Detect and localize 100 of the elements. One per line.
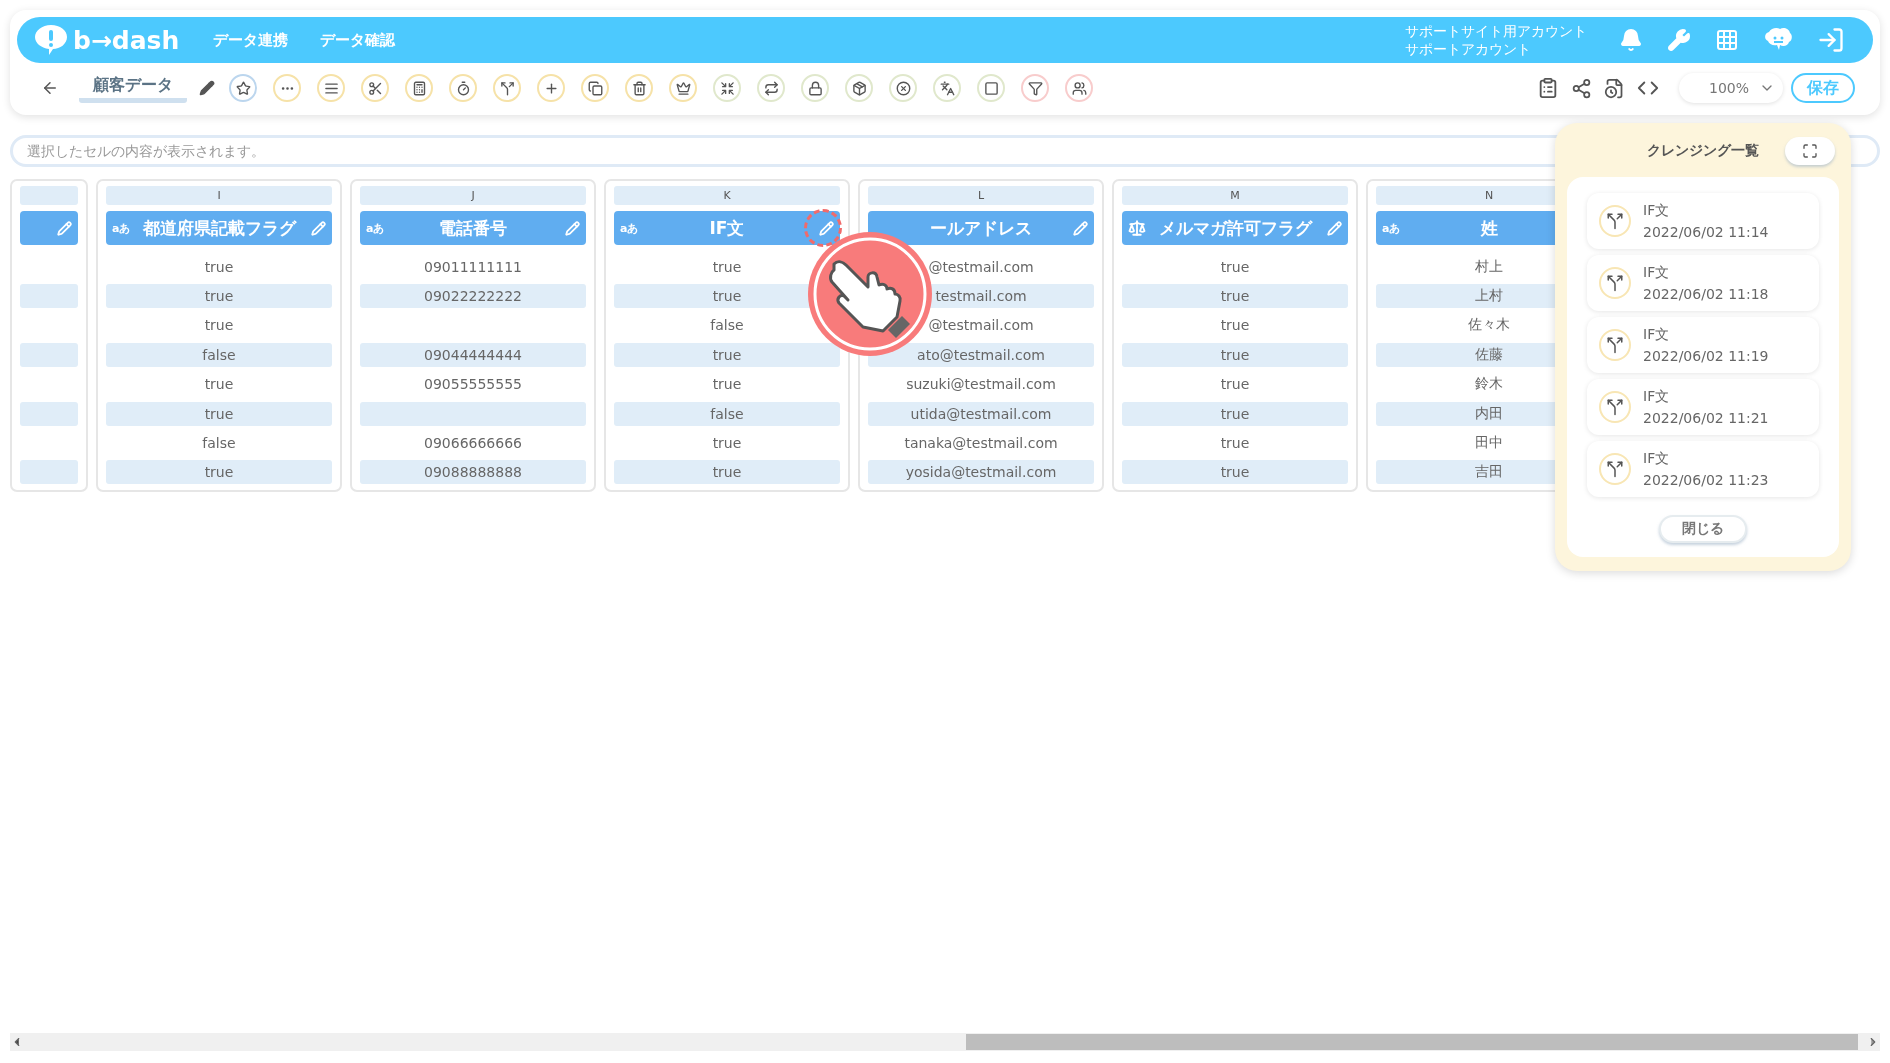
table-cell-text: tanaka@testmail.com xyxy=(903,433,1059,453)
cleansing-time: 2022/06/02 11:18 xyxy=(1643,285,1769,304)
scrollbar-thumb[interactable] xyxy=(966,1034,1858,1050)
table-cell-text: true xyxy=(711,257,743,277)
split-arrows-icon xyxy=(1599,205,1631,237)
expand-icon xyxy=(1802,143,1818,159)
cleansing-time: 2022/06/02 11:23 xyxy=(1643,471,1769,490)
column-letter: J xyxy=(360,186,586,205)
table-cell: 09044444444 xyxy=(360,342,586,367)
type-label: aあ xyxy=(366,220,385,236)
table-cell: 09088888888 xyxy=(360,460,586,485)
nav-link[interactable]: データ確認 xyxy=(320,30,396,50)
column-header[interactable]: aあ IF文 xyxy=(614,211,840,245)
table-cell-text: false xyxy=(709,316,745,336)
scale-icon xyxy=(1128,219,1146,237)
table-cell: true xyxy=(1122,284,1348,309)
package-icon[interactable] xyxy=(845,74,873,102)
column-header[interactable]: aあ 都道府県記載フラグ xyxy=(106,211,332,245)
column-header[interactable]: aあ 電話番号 xyxy=(360,211,586,245)
column-letter: M xyxy=(1122,186,1348,205)
table-cell-text: @testmail.com xyxy=(927,316,1035,336)
calculator-icon[interactable] xyxy=(405,74,433,102)
empty-cell xyxy=(20,284,78,309)
lines-icon[interactable] xyxy=(317,74,345,102)
sheet-tab[interactable]: 顧客データ xyxy=(79,73,187,103)
logo[interactable]: b→dash xyxy=(33,23,180,57)
table-cell: true xyxy=(106,460,332,485)
column-letter: L xyxy=(868,186,1094,205)
cleansing-name: IF文 xyxy=(1643,325,1671,344)
table-cell-text: 09011111111 xyxy=(423,257,523,277)
close-circle-icon[interactable] xyxy=(889,74,917,102)
table-cell: 09022222222 xyxy=(360,284,586,309)
table-cell-text: true xyxy=(203,257,235,277)
lock-icon[interactable] xyxy=(801,74,829,102)
cleansing-name: IF文 xyxy=(1643,201,1671,220)
table-cell: true xyxy=(106,401,332,426)
table-cell-text: 09066666666 xyxy=(423,433,523,453)
cleansing-time: 2022/06/02 11:19 xyxy=(1643,347,1769,366)
empty-cell xyxy=(20,342,78,367)
back-arrow-icon[interactable] xyxy=(41,79,59,97)
trash-icon[interactable] xyxy=(625,74,653,102)
save-button[interactable]: 保存 xyxy=(1791,73,1855,103)
share-icon[interactable] xyxy=(1571,77,1592,99)
repeat-icon[interactable] xyxy=(757,74,785,102)
crown-icon[interactable] xyxy=(669,74,697,102)
split-arrows-icon xyxy=(1599,391,1631,423)
table-cell: yosida@testmail.com xyxy=(868,460,1094,485)
account-name: サポートサイト用アカウント サポートアカウント xyxy=(1405,22,1587,58)
shrink-icon[interactable] xyxy=(713,74,741,102)
table-cell-text: true xyxy=(711,433,743,453)
speech-bubble-icon xyxy=(33,23,69,57)
cleansing-time: 2022/06/02 11:14 xyxy=(1643,223,1769,242)
file-refresh-icon[interactable] xyxy=(1604,77,1625,99)
table-cell-text: true xyxy=(1219,433,1251,453)
split-arrows-icon[interactable] xyxy=(493,74,521,102)
cleansing-time: 2022/06/02 11:21 xyxy=(1643,409,1769,428)
split-arrows-icon xyxy=(1599,267,1631,299)
table-cell-text: 田中 xyxy=(1474,432,1504,452)
table-cell: true xyxy=(614,460,840,485)
type-label: aあ xyxy=(112,220,131,236)
expand-button[interactable] xyxy=(1785,137,1835,165)
cleansing-name: IF文 xyxy=(1643,387,1671,406)
column-header[interactable]: メルマガ許可フラグ xyxy=(1122,211,1348,245)
table-cell-text: 村上 xyxy=(1474,256,1504,276)
split-arrows-icon xyxy=(1599,329,1631,361)
nav-link[interactable]: データ連携 xyxy=(213,30,289,50)
table-cell-text: true xyxy=(1219,375,1251,395)
plus-icon[interactable] xyxy=(537,74,565,102)
table-cell-text: true xyxy=(203,375,235,395)
table-cell-text: @testmail.com xyxy=(927,257,1035,277)
more-icon[interactable] xyxy=(273,74,301,102)
table-cell: true xyxy=(106,284,332,309)
table-cell: utida@testmail.com xyxy=(868,401,1094,426)
table-cell: true xyxy=(1122,342,1348,367)
users-icon[interactable] xyxy=(1065,74,1093,102)
table-cell: false xyxy=(106,342,332,367)
column-letter: K xyxy=(614,186,840,205)
filter-icon[interactable] xyxy=(1021,74,1049,102)
split-arrows-icon xyxy=(1599,453,1631,485)
table-cell-text: suzuki@testmail.com xyxy=(905,375,1057,395)
zoom-select[interactable]: 100% xyxy=(1679,73,1783,103)
clipboard-icon[interactable] xyxy=(1537,77,1559,99)
pencil-icon[interactable] xyxy=(199,80,215,96)
column-letter: I xyxy=(106,186,332,205)
table-cell-text: true xyxy=(1219,316,1251,336)
close-button[interactable]: 閉じる xyxy=(1659,515,1747,543)
table-cell-text: false xyxy=(201,433,237,453)
translate-icon[interactable] xyxy=(933,74,961,102)
copy-icon[interactable] xyxy=(581,74,609,102)
table-cell-text: 鈴木 xyxy=(1474,374,1504,394)
table-cell: false xyxy=(614,401,840,426)
empty-cell xyxy=(20,460,78,485)
table-cell-text: true xyxy=(711,375,743,395)
scissors-icon[interactable] xyxy=(361,74,389,102)
timer-icon[interactable] xyxy=(449,74,477,102)
cleansing-name: IF文 xyxy=(1643,449,1671,468)
table-cell-text: 09055555555 xyxy=(423,375,523,395)
table-cell-text: true xyxy=(203,316,235,336)
empty-cell xyxy=(20,401,78,426)
table-cell-text: true xyxy=(1219,257,1251,277)
